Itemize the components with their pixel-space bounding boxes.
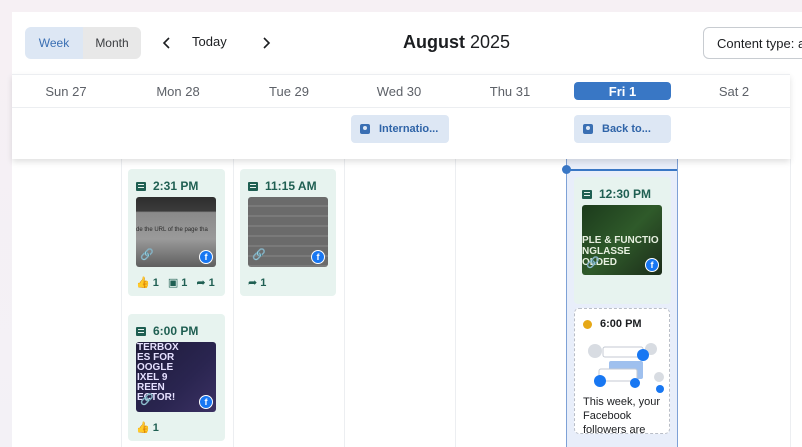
facebook-icon: f bbox=[311, 250, 325, 264]
post-time-label: 6:00 PM bbox=[153, 324, 199, 338]
post-stats: 👍 1 ▣ 1 ➦ 1 bbox=[136, 276, 215, 290]
post-time-label: 11:15 AM bbox=[265, 179, 317, 193]
column-divider bbox=[233, 159, 234, 447]
page-title: August 2025 bbox=[403, 32, 510, 53]
week-view-button[interactable]: Week bbox=[25, 27, 83, 59]
lightbulb-icon bbox=[583, 319, 592, 329]
calendar-toolbar: Week Month Today August 2025 Content typ… bbox=[12, 12, 802, 74]
link-icon: 🔗 bbox=[586, 257, 600, 269]
thumbnail-text: de the URL of the page tha bbox=[136, 227, 208, 233]
idea-text: This week, your Facebook followers are bbox=[583, 396, 661, 436]
week-header: Sun 27 Mon 28 Tue 29 Wed 30 Thu 31 Fri 1… bbox=[12, 74, 790, 159]
like-icon: 👍 bbox=[136, 277, 150, 289]
post-time-label: 12:30 PM bbox=[599, 187, 652, 201]
chevron-right-icon[interactable] bbox=[259, 34, 273, 52]
event-icon bbox=[360, 124, 370, 134]
all-day-event-wed[interactable]: Internatio... bbox=[351, 115, 449, 143]
likes-count: 1 bbox=[152, 421, 159, 434]
post-thumbnail: de the URL of the page tha 🔗 f bbox=[136, 197, 216, 267]
facebook-icon: f bbox=[199, 395, 213, 409]
scheduled-post[interactable]: 6:00 PM TERBOX ES FOR OOGLE IXEL 9 REEN … bbox=[128, 314, 225, 441]
scheduled-post[interactable]: 11:15 AM 🔗 f ➦ 1 bbox=[240, 169, 336, 296]
content-type-dropdown[interactable]: Content type: a bbox=[703, 27, 802, 59]
comment-icon: ▣ bbox=[167, 277, 179, 289]
facebook-icon: f bbox=[199, 250, 213, 264]
calendar-panel: Week Month Today August 2025 Content typ… bbox=[12, 12, 802, 447]
post-icon bbox=[136, 326, 146, 336]
all-day-event-fri[interactable]: Back to... bbox=[574, 115, 671, 143]
event-label: Back to... bbox=[602, 123, 651, 135]
idea-post-card[interactable]: 6:00 PM This week, your Facebook followe… bbox=[574, 308, 670, 436]
event-icon bbox=[583, 124, 593, 134]
month-view-button[interactable]: Month bbox=[83, 27, 141, 59]
link-icon: 🔗 bbox=[140, 249, 154, 261]
link-icon: 🔗 bbox=[140, 394, 154, 406]
post-time: 12:30 PM bbox=[582, 187, 651, 201]
day-label-sat: Sat 2 bbox=[718, 84, 750, 99]
column-divider bbox=[121, 159, 122, 447]
day-row: Sun 27 Mon 28 Tue 29 Wed 30 Thu 31 Fri 1… bbox=[12, 75, 790, 108]
post-stats: 👍 1 bbox=[136, 421, 159, 435]
week-grid: 2:31 PM de the URL of the page tha 🔗 f 👍… bbox=[12, 159, 802, 447]
thumbnail-line: PLE & FUNCTIO bbox=[582, 235, 659, 246]
like-icon: 👍 bbox=[136, 422, 150, 434]
day-label-fri: Fri 1 bbox=[574, 82, 671, 100]
post-thumbnail: TERBOX ES FOR OOGLE IXEL 9 REEN ECTOR! 🔗… bbox=[136, 342, 216, 412]
post-icon bbox=[136, 181, 146, 191]
current-time-line bbox=[567, 169, 677, 171]
post-time: 11:15 AM bbox=[248, 179, 317, 193]
comments-stat: ▣ 1 bbox=[167, 276, 188, 290]
idea-time-label: 6:00 PM bbox=[600, 318, 642, 330]
facebook-icon: f bbox=[645, 258, 659, 272]
scheduled-post[interactable]: 12:30 PM PLE & FUNCTIO NGLASSE OLDED 🔗 f bbox=[574, 177, 671, 304]
likes-stat: 👍 1 bbox=[136, 421, 159, 435]
comments-count: 1 bbox=[181, 276, 188, 289]
day-label-sun: Sun 27 bbox=[45, 84, 87, 99]
title-year: 2025 bbox=[470, 32, 511, 52]
current-time-dot bbox=[562, 165, 571, 174]
post-time-label: 2:31 PM bbox=[153, 179, 199, 193]
column-divider bbox=[790, 159, 791, 447]
column-divider bbox=[455, 159, 456, 447]
likes-count: 1 bbox=[152, 276, 159, 289]
shares-stat: ➦ 1 bbox=[248, 276, 267, 290]
post-icon bbox=[248, 181, 258, 191]
title-month: August bbox=[403, 32, 465, 52]
idea-time: 6:00 PM bbox=[583, 318, 642, 330]
day-label-thu: Thu 31 bbox=[489, 84, 531, 99]
share-icon: ➦ bbox=[196, 277, 206, 289]
day-label-wed: Wed 30 bbox=[376, 84, 422, 99]
likes-stat: 👍 1 bbox=[136, 276, 159, 290]
shares-count: 1 bbox=[208, 276, 215, 289]
link-icon: 🔗 bbox=[252, 249, 266, 261]
post-time: 6:00 PM bbox=[136, 324, 198, 338]
post-thumbnail: 🔗 f bbox=[248, 197, 328, 267]
post-stats: ➦ 1 bbox=[248, 276, 267, 290]
post-icon bbox=[582, 189, 592, 199]
post-time: 2:31 PM bbox=[136, 179, 198, 193]
view-toggle: Week Month bbox=[25, 27, 141, 59]
event-label: Internatio... bbox=[379, 123, 439, 135]
share-icon: ➦ bbox=[248, 277, 258, 289]
post-thumbnail: PLE & FUNCTIO NGLASSE OLDED 🔗 f bbox=[582, 205, 662, 275]
engagement-illustration bbox=[588, 343, 664, 393]
chevron-left-icon[interactable] bbox=[160, 34, 174, 52]
column-divider bbox=[344, 159, 345, 447]
day-label-mon: Mon 28 bbox=[156, 84, 200, 99]
day-label-tue: Tue 29 bbox=[269, 84, 309, 99]
shares-stat: ➦ 1 bbox=[196, 276, 215, 290]
shares-count: 1 bbox=[260, 276, 267, 289]
today-button[interactable]: Today bbox=[192, 34, 227, 49]
scheduled-post[interactable]: 2:31 PM de the URL of the page tha 🔗 f 👍… bbox=[128, 169, 225, 296]
